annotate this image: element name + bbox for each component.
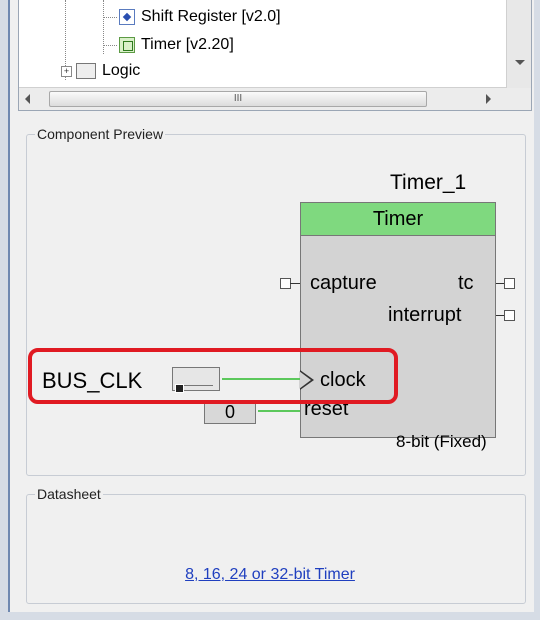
interrupt-pin-line — [496, 315, 504, 316]
datasheet-link[interactable]: 8, 16, 24 or 32-bit Timer — [0, 566, 540, 584]
tree-item-label: Logic — [102, 62, 141, 79]
tree-item-timer[interactable]: Timer [v2.20] — [119, 36, 234, 54]
interrupt-terminal-icon — [504, 310, 515, 321]
instance-name: Timer_1 — [390, 171, 467, 194]
component-catalog-tree[interactable]: Shift Register [v2.0] Timer [v2.20] + Lo… — [18, 0, 532, 111]
scroll-right-icon[interactable] — [486, 94, 491, 104]
component-footer: 8-bit (Fixed) — [396, 432, 487, 451]
logic-icon — [76, 63, 96, 79]
tree-item-shift-register[interactable]: Shift Register [v2.0] — [119, 8, 281, 26]
timer-icon — [119, 37, 135, 53]
tree-item-logic[interactable]: + Logic — [61, 62, 140, 80]
clock-highlight-box — [28, 348, 398, 404]
interrupt-pin-label: interrupt — [388, 304, 462, 326]
tree-guide-line — [103, 17, 117, 18]
tc-terminal-icon — [504, 278, 515, 289]
tree-horizontal-scrollbar[interactable]: III — [19, 87, 507, 110]
scroll-left-icon[interactable] — [25, 94, 30, 104]
datasheet-title: Datasheet — [35, 486, 103, 502]
capture-pin-label: capture — [310, 272, 377, 294]
datasheet-group: Datasheet — [26, 486, 526, 604]
tc-pin-label: tc — [458, 272, 474, 294]
tree-guide-line — [103, 45, 117, 46]
component-preview-title: Component Preview — [35, 126, 166, 142]
scrollbar-corner — [507, 88, 531, 110]
expand-icon[interactable]: + — [61, 65, 72, 77]
scroll-down-icon[interactable] — [515, 60, 525, 65]
capture-pin-line — [290, 283, 300, 284]
shift-register-icon — [119, 9, 135, 25]
reset-wire — [258, 410, 300, 412]
tree-item-label: Timer [v2.20] — [141, 36, 234, 53]
component-title: Timer — [301, 203, 495, 236]
tc-pin-line — [496, 283, 504, 284]
scrollbar-thumb[interactable]: III — [49, 91, 427, 107]
tree-vertical-scrollbar[interactable] — [506, 0, 531, 88]
tree-item-label: Shift Register [v2.0] — [141, 8, 281, 25]
